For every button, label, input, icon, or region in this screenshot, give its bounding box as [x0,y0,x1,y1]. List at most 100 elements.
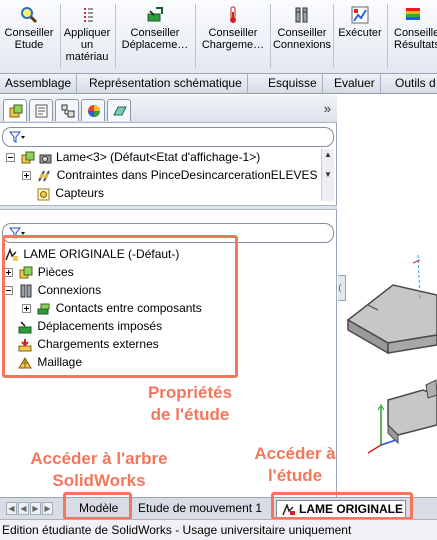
panel-tabs: » [0,95,337,123]
ribbon-separator [60,4,61,68]
first-tab-icon[interactable]: ◀ [6,502,17,515]
property-icon [35,104,48,118]
tab-motion-study[interactable]: Etude de mouvement 1 [132,500,268,518]
tab-feature-manager[interactable] [3,99,27,121]
study-tree: LAME ORIGINALE (-Défaut-) Pièces Connexi… [0,243,336,383]
contact-icon [37,303,50,315]
study-item-loads[interactable]: Chargements externes [18,335,159,353]
study-item-label: Chargements externes [37,337,159,351]
feature-tree: Lame<3> (Défaut<Etat d'affichage-1>) Con… [0,147,336,203]
status-bar: Edition étudiante de SolidWorks - Usage … [0,519,437,540]
expand-icon[interactable] [4,268,13,278]
load-advisor-button[interactable]: Conseiller Chargeme… [197,4,269,70]
appearance-icon [88,105,100,117]
connections-advisor-label: Conseiller Connexions [272,27,332,51]
feature-tree-scrollbar[interactable]: ▲ ▼ [321,149,334,201]
apply-material-label: Appliquer un matériau [63,27,111,63]
tab-display-manager[interactable] [81,99,105,121]
assembly-tree-icon [9,104,23,118]
scroll-up-icon[interactable]: ▲ [322,149,334,161]
tree-item-assembly[interactable]: Lame<3> (Défaut<Etat d'affichage-1>) [6,148,260,166]
study-root-label: LAME ORIGINALE (-Défaut-) [23,247,180,261]
prev-tab-icon[interactable]: ◀ [18,502,29,515]
bottom-tab-bar: ◀ ◀ ▶ ▶ Modèle Etude de mouvement 1 LAME… [0,497,437,519]
filter-icon [9,227,25,239]
study-icon [5,247,18,261]
collapse-icon[interactable] [4,286,13,296]
connections-icon [20,284,32,298]
simulation-icon [113,106,127,116]
annotation-access-study: Accéder à l'étude [254,444,336,485]
connections-advisor-button[interactable]: Conseiller Connexions [272,4,332,70]
connector-icon [295,7,308,23]
results-advisor-label: Conseiller Résultats [394,27,437,51]
tab-study[interactable]: LAME ORIGINALE [276,500,406,518]
command-ribbon: Conseiller Etude Appliquer un matériau C… [0,0,437,74]
load-icon [230,6,236,23]
panel-splitter[interactable] [0,205,337,210]
graphics-area[interactable] [338,95,437,497]
mates-icon [38,170,51,182]
sensors-icon [37,188,50,201]
model-view [346,254,437,454]
run-button[interactable]: Exécuter [335,4,385,70]
study-item-parts[interactable]: Pièces [4,263,74,281]
tab-model[interactable]: Modèle [73,500,124,518]
expand-icon[interactable] [22,171,31,181]
annotation-study-properties: Propriétés de l'étude [147,383,233,424]
fixture-icon [18,321,32,334]
ribbon-separator [333,4,334,68]
study-root[interactable]: LAME ORIGINALE (-Défaut-) [4,245,179,263]
scroll-down-icon[interactable]: ▼ [322,169,334,181]
feature-filter-input[interactable] [2,127,334,147]
ribbon-separator [195,4,196,68]
tab-esquisse[interactable]: Esquisse [263,74,323,94]
tree-item-label: Capteurs [55,186,105,200]
apply-material-button[interactable]: Appliquer un matériau [62,4,112,70]
collapse-icon[interactable] [6,153,15,163]
tab-property-manager[interactable] [29,99,53,121]
tree-item-label: Contraintes dans PinceDesincarcerationEL… [56,168,318,182]
study-tab-label: LAME ORIGINALE [299,502,403,516]
tab-configuration-manager[interactable] [55,99,79,121]
study-advisor-label: Conseiller Etude [4,27,54,51]
tree-item-sensors[interactable]: Capteurs [36,184,104,202]
study-filter-input[interactable] [2,223,334,243]
study-item-contacts[interactable]: Contacts entre composants [22,299,202,317]
study-icon [282,504,295,516]
study-item-label: Contacts entre composants [55,301,202,315]
camera-icon [39,154,52,164]
study-item-label: Maillage [37,355,83,369]
feature-manager-panel: » Lame<3> (Défaut<Etat d'affichage-1>) C… [0,95,337,497]
tree-item-label: Lame<3> (Défaut<Etat d'affichage-1>) [56,150,261,164]
mesh-icon [18,356,32,369]
parts-icon [19,266,33,279]
filter-icon [9,131,25,143]
tab-simulation-manager[interactable] [107,99,131,121]
results-advisor-button[interactable]: Conseiller Résultats [389,4,437,70]
ribbon-separator [115,4,116,68]
fixture-icon [147,7,163,22]
study-advisor-button[interactable]: Conseiller Etude [2,4,56,70]
command-tabs: Assemblage Représentation schématique Es… [0,74,437,94]
panel-expand-handle[interactable]: ⟨ [338,275,346,301]
external-load-icon [18,338,32,352]
tab-representation-schematique[interactable]: Représentation schématique [84,74,248,94]
study-item-mesh[interactable]: Maillage [18,353,82,371]
fixture-advisor-button[interactable]: Conseiller Déplaceme… [117,4,193,70]
study-item-fixtures[interactable]: Déplacements imposés [18,317,162,335]
material-icon [84,8,93,22]
fixture-advisor-label: Conseiller Déplaceme… [121,27,189,51]
tree-item-mates[interactable]: Contraintes dans PinceDesincarcerationEL… [22,166,318,184]
tab-assemblage[interactable]: Assemblage [0,74,78,94]
last-tab-icon[interactable]: ▶ [42,502,53,515]
next-tab-icon[interactable]: ▶ [30,502,41,515]
expand-icon[interactable] [22,304,31,314]
collapse-panel-icon[interactable]: » [324,101,331,116]
study-item-label: Connexions [37,283,102,297]
tab-evaluer[interactable]: Evaluer [329,74,381,94]
assembly-icon [21,151,35,164]
study-item-label: Déplacements imposés [37,319,163,333]
study-item-connections[interactable]: Connexions [4,281,101,299]
tab-outils[interactable]: Outils d [390,74,437,94]
